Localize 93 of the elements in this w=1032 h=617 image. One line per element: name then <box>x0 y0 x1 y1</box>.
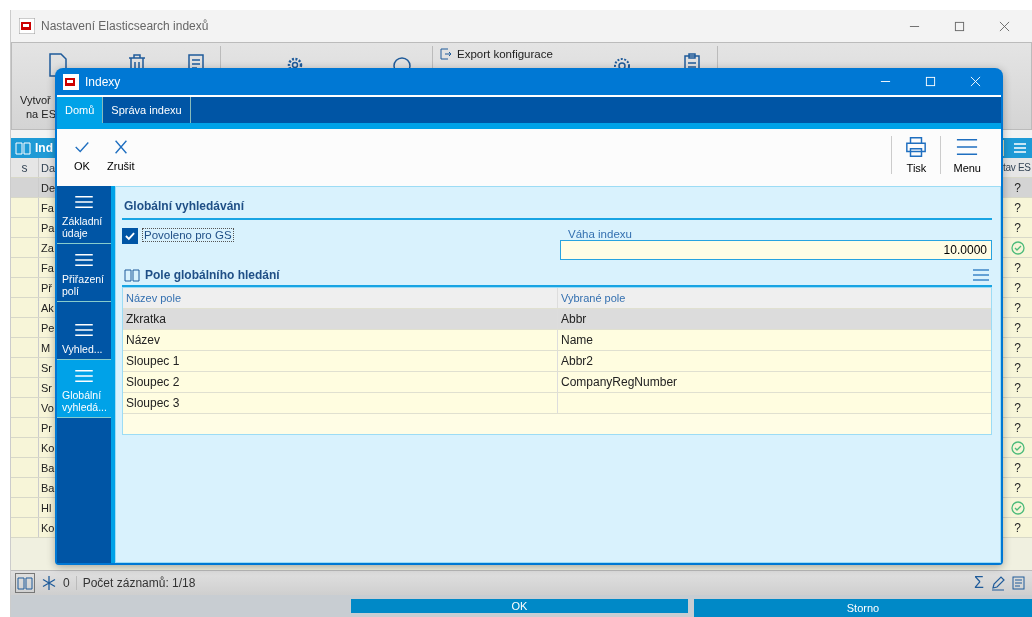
table-cell-text: Pa <box>40 220 55 236</box>
table-cell-text: Ko <box>40 520 55 536</box>
cancel-button[interactable]: Storno <box>694 599 1032 617</box>
table-cell-text: Zkratka <box>125 311 167 328</box>
table-cell-text: Př <box>40 280 52 296</box>
list-icon <box>74 195 95 209</box>
ok-button[interactable]: OK <box>65 137 99 172</box>
table-cell-text: Sloupec 1 <box>125 353 181 370</box>
status-text: ? <box>1014 360 1021 375</box>
status-text: ? <box>1014 320 1021 335</box>
count-label: 0 <box>63 576 70 590</box>
column-header[interactable]: Vybrané pole <box>557 288 991 308</box>
ok-button[interactable]: OK <box>351 599 688 613</box>
status-text: ? <box>1014 380 1021 395</box>
table-cell-text: Hl <box>40 500 52 516</box>
subsection-title: Pole globálního hledání <box>145 268 280 282</box>
status-text: ? <box>1014 400 1021 415</box>
snowflake-icon[interactable] <box>41 575 57 591</box>
table-cell-text: Ba <box>40 480 55 496</box>
table-cell-text: M <box>40 340 51 356</box>
table-cell-text: Sr <box>40 380 52 396</box>
status-text: ? <box>1014 420 1021 435</box>
window-title: Nastavení Elasticsearch indexů <box>41 19 209 33</box>
status-text: ? <box>1014 300 1021 315</box>
app-logo-icon <box>63 73 79 90</box>
column-header[interactable]: Da <box>39 158 56 177</box>
enabled-checkbox[interactable]: Povoleno pro GS <box>122 228 560 260</box>
export-button[interactable]: Export konfigurace <box>440 48 553 60</box>
status-text: ? <box>1014 280 1021 295</box>
book-icon <box>15 141 31 155</box>
menu-icon[interactable] <box>972 268 990 282</box>
menu-icon[interactable] <box>1012 140 1028 156</box>
table-cell-text: Pr <box>40 420 52 436</box>
table-cell-text: Fa <box>40 200 54 216</box>
table-row[interactable]: Název Name <box>123 330 991 351</box>
grid-title: Ind <box>35 141 53 155</box>
table-row[interactable]: Zkratka Abbr <box>123 309 991 330</box>
close-icon[interactable] <box>999 20 1010 32</box>
printer-icon <box>904 135 929 158</box>
table-cell: Abbr <box>557 309 991 329</box>
dialog-title: Indexy <box>85 74 121 89</box>
status-text: ? <box>1014 460 1021 475</box>
sum-icon[interactable]: Σ <box>974 574 984 592</box>
field-label: Váha indexu <box>567 228 633 240</box>
list-icon <box>74 369 95 383</box>
table-cell-text: Vo <box>40 400 54 416</box>
check-circle-icon <box>1010 500 1025 515</box>
checkbox[interactable] <box>122 228 138 244</box>
book-icon <box>124 268 140 282</box>
table-cell-text: Ak <box>40 300 54 316</box>
weight-input[interactable]: 10.0000 <box>560 240 992 260</box>
tab[interactable]: Správa indexu <box>103 97 191 123</box>
book-icon[interactable] <box>15 573 35 593</box>
column-header[interactable]: s <box>11 158 39 177</box>
document-icon[interactable] <box>1012 575 1028 591</box>
list-icon <box>74 253 95 267</box>
table-cell-text: Ba <box>40 460 55 476</box>
table-cell: Name <box>557 330 991 350</box>
maximize-icon[interactable] <box>954 20 965 32</box>
table-cell: Abbr2 <box>557 351 991 371</box>
table-cell-text: Sloupec 3 <box>125 395 181 412</box>
pencil-icon[interactable] <box>990 575 1006 591</box>
column-header[interactable]: Název pole <box>123 288 557 308</box>
cancel-button[interactable]: Zrušit <box>99 137 143 172</box>
list-icon <box>74 323 95 337</box>
table-cell-text: De <box>40 180 56 196</box>
table-cell-text: Za <box>40 240 54 256</box>
status-text: ? <box>1014 180 1021 195</box>
check-circle-icon <box>1010 240 1025 255</box>
table-cell-text: Název <box>125 332 161 349</box>
record-count: Počet záznamů: 1/18 <box>75 576 196 590</box>
export-icon <box>440 48 452 60</box>
table-cell: CompanyRegNumber <box>557 372 991 392</box>
table-row[interactable]: Sloupec 1 Abbr2 <box>123 351 991 372</box>
status-text: ? <box>1014 520 1021 535</box>
status-text: ? <box>1014 480 1021 495</box>
status-text: ? <box>1014 200 1021 215</box>
table-cell-text: Ko <box>40 440 55 456</box>
app-logo-icon <box>19 18 35 34</box>
status-text: ? <box>1014 220 1021 235</box>
print-button[interactable]: Tisk <box>892 135 941 174</box>
table-cell-text: Sr <box>40 360 52 376</box>
section-title: Globální vyhledávání <box>122 197 992 220</box>
table-cell-text: Sloupec 2 <box>125 374 181 391</box>
column-header[interactable]: tav ES <box>1003 158 1032 177</box>
status-text: ? <box>1014 260 1021 275</box>
table-row[interactable]: Sloupec 2 CompanyRegNumber <box>123 372 991 393</box>
menu-button[interactable]: Menu <box>941 135 993 174</box>
status-text: ? <box>1014 340 1021 355</box>
check-circle-icon <box>1010 440 1025 455</box>
table-row[interactable]: Sloupec 3 <box>123 393 991 414</box>
table-cell-text: Fa <box>40 260 54 276</box>
table-cell-text: Pe <box>40 320 55 336</box>
